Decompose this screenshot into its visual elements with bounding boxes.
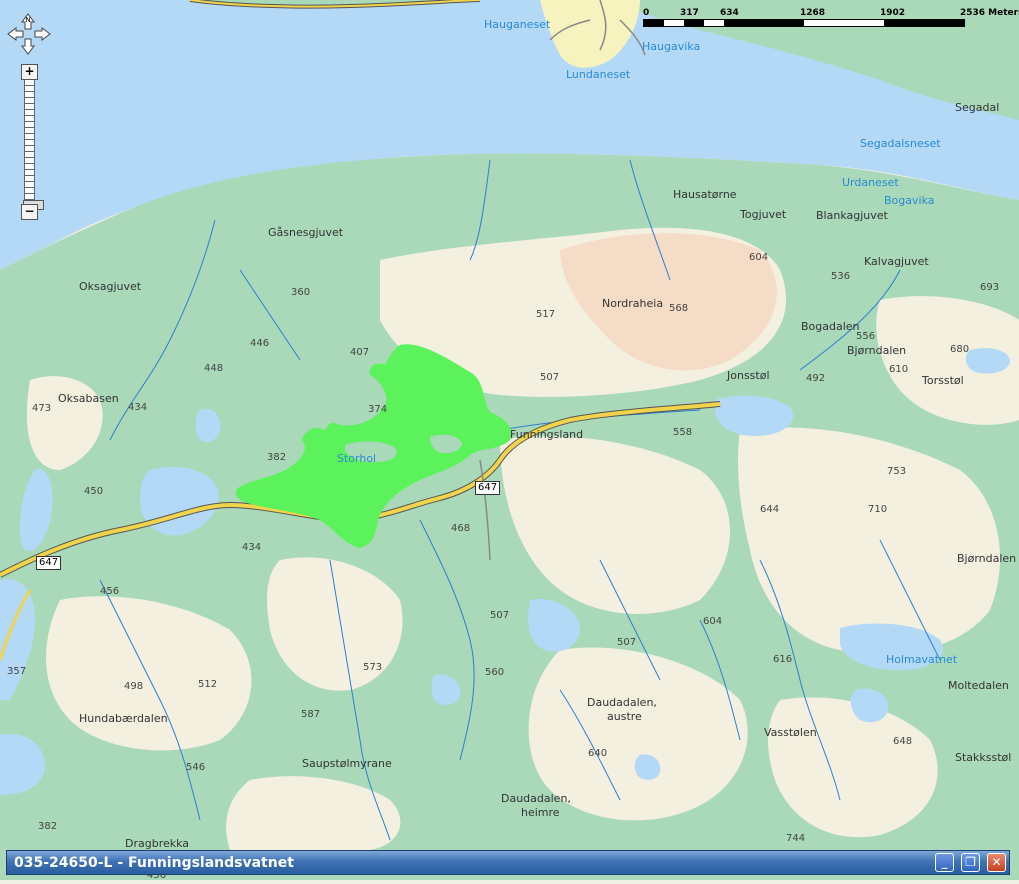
- place-label: Hauganeset: [484, 18, 551, 31]
- spot-height: 407: [350, 347, 370, 358]
- spot-height: 360: [291, 287, 311, 298]
- place-label: Holmavatnet: [886, 653, 958, 666]
- spot-height: 680: [950, 344, 970, 355]
- spot-height: 640: [588, 748, 608, 759]
- spot-height: 468: [451, 523, 471, 534]
- spot-height: 644: [760, 504, 780, 515]
- scale-tick-label: 634: [720, 8, 739, 18]
- scale-tick-label: 2536 Meters: [960, 8, 1019, 18]
- place-label: austre: [607, 710, 642, 723]
- spot-height: 610: [889, 364, 909, 375]
- minimize-button[interactable]: _: [935, 853, 954, 872]
- place-label: Jonsstøl: [727, 369, 770, 382]
- spot-height: 517: [536, 309, 556, 320]
- place-label: Togjuvet: [740, 208, 787, 221]
- window-title: 035-24650-L - Funningslandsvatnet: [14, 855, 294, 871]
- place-label: Bjørndalen: [847, 344, 907, 357]
- spot-height: 546: [186, 762, 206, 773]
- pan-control[interactable]: N: [6, 12, 52, 56]
- spot-height: 604: [703, 616, 723, 627]
- scale-tick-label: 317: [680, 8, 699, 18]
- place-label: Funningsland: [510, 428, 584, 441]
- spot-height: 573: [363, 662, 383, 673]
- zoom-in-button[interactable]: +: [21, 64, 38, 80]
- window-title-bar[interactable]: 035-24650-L - Funningslandsvatnet _ ❐ ✕: [6, 850, 1010, 875]
- place-label: Urdaneset: [842, 176, 899, 189]
- scale-tick-label: 1902: [880, 8, 906, 18]
- place-label: Oksabasen: [58, 392, 119, 405]
- spot-height: 560: [485, 667, 505, 678]
- place-label: Kalvagjuvet: [864, 255, 929, 268]
- spot-height: 710: [868, 504, 888, 515]
- spot-height: 374: [368, 404, 388, 415]
- spot-height: 512: [198, 679, 218, 690]
- scale-tick-label: 0: [643, 8, 650, 18]
- place-label: Stakksstøl: [955, 751, 1012, 764]
- place-label: Bogadalen: [801, 320, 860, 333]
- spot-height: 558: [673, 427, 693, 438]
- place-label: Daudadalen,: [587, 696, 657, 709]
- spot-height: 587: [301, 709, 321, 720]
- spot-height: 382: [267, 452, 287, 463]
- place-label: Blankagjuvet: [816, 209, 888, 222]
- place-label: Bogavika: [884, 194, 935, 207]
- place-label: Torsstøl: [922, 374, 964, 387]
- spot-height: 357: [7, 666, 27, 677]
- place-label: Segadal: [955, 101, 1000, 114]
- zoom-out-button[interactable]: −: [21, 204, 38, 220]
- spot-height: 568: [669, 303, 689, 314]
- place-label: Moltedalen: [948, 679, 1009, 692]
- road-number-shield: 647: [36, 556, 62, 570]
- place-label: Daudadalen,: [501, 792, 571, 805]
- road-number-shield: 647: [475, 481, 501, 495]
- spot-height: 744: [786, 833, 806, 844]
- spot-height: 448: [204, 363, 224, 374]
- spot-height: 498: [124, 681, 144, 692]
- spot-height: 434: [242, 542, 262, 553]
- place-label: Oksagjuvet: [79, 280, 142, 293]
- spot-height: 446: [250, 338, 270, 349]
- spot-height: 507: [490, 610, 510, 621]
- place-label: Hundabærdalen: [79, 712, 168, 725]
- pan-arrows-icon[interactable]: N: [6, 12, 52, 56]
- close-button[interactable]: ✕: [987, 853, 1006, 872]
- scale-bar: 0 317 634 1268 1902 2536 Meters: [643, 8, 1019, 28]
- place-label: Nordraheia: [602, 297, 664, 310]
- scale-tick-label: 1268: [800, 8, 826, 18]
- spot-height: 693: [980, 282, 1000, 293]
- place-label: Lundaneset: [566, 68, 631, 81]
- spot-height: 753: [887, 466, 907, 477]
- map-canvas[interactable]: Hauganeset Haugavika Lundaneset Segadal …: [0, 0, 1019, 881]
- scale-bar-graphic: [643, 19, 965, 27]
- spot-height: 434: [128, 402, 148, 413]
- spot-height: 456: [100, 586, 120, 597]
- place-label: Hausatørne: [673, 188, 737, 201]
- place-label: Haugavika: [642, 40, 701, 53]
- spot-height: 492: [806, 373, 826, 384]
- spot-height: 556: [856, 331, 876, 342]
- place-label: heimre: [521, 806, 560, 819]
- place-label: Storhol: [337, 452, 377, 465]
- spot-height: 450: [84, 486, 104, 497]
- spot-height: 604: [749, 252, 769, 263]
- spot-height: 648: [893, 736, 913, 747]
- spot-height: 536: [831, 271, 851, 282]
- place-label: Gåsnesgjuvet: [268, 226, 344, 239]
- place-label: Vasstølen: [764, 726, 817, 739]
- zoom-control[interactable]: + −: [21, 64, 44, 220]
- place-label: Segadalsneset: [860, 137, 941, 150]
- place-label: Dragbrekka: [125, 837, 190, 850]
- restore-button[interactable]: ❐: [961, 853, 980, 872]
- spot-height: 507: [540, 372, 560, 383]
- place-label: Bjørndalen: [957, 552, 1017, 565]
- spot-height: 382: [38, 821, 58, 832]
- north-indicator: N: [25, 16, 30, 24]
- spot-height: 507: [617, 637, 637, 648]
- spot-height: 473: [32, 403, 52, 414]
- zoom-scale-track[interactable]: [23, 80, 44, 210]
- place-label: Saupstølmyrane: [302, 757, 392, 770]
- spot-height: 616: [773, 654, 793, 665]
